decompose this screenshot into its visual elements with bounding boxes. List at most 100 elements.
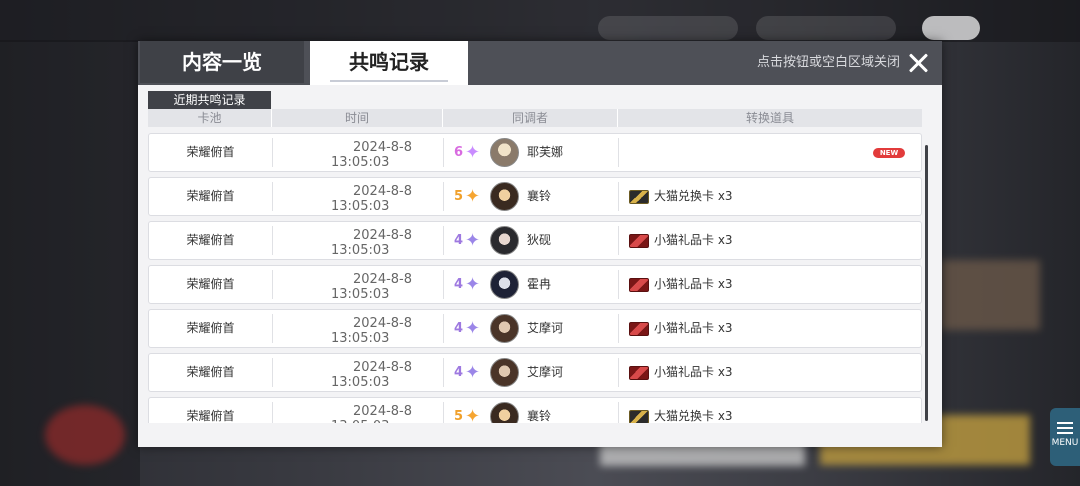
tab-resonance-record-label: 共鸣记录: [349, 50, 429, 74]
table-row: 荣耀俯首 2024-8-8 13:05:03 4 ✦ 狄砚 小猫礼品卡 x3: [148, 221, 922, 260]
active-tab-underline: [330, 80, 448, 82]
pool-name: 荣耀俯首: [186, 365, 235, 379]
converted-item: 小猫礼品卡 x3: [654, 277, 733, 291]
character-name: 艾摩诃: [527, 365, 564, 379]
background-currency-pill: [598, 16, 738, 40]
cell-divider: [443, 226, 444, 255]
pull-time: 2024-8-813:05:03: [273, 134, 443, 171]
cell-divider: [618, 182, 619, 211]
converted-item: 小猫礼品卡 x3: [654, 233, 733, 247]
character-name: 艾摩诃: [527, 321, 564, 335]
pool-name: 荣耀俯首: [186, 321, 235, 335]
rarity: 4 ✦: [454, 354, 488, 391]
pull-date: 2024-8-8: [353, 316, 413, 331]
new-badge: NEW: [873, 148, 905, 158]
menu-label: MENU: [1051, 438, 1079, 448]
pool-name: 荣耀俯首: [186, 233, 235, 247]
pool-name: 荣耀俯首: [186, 277, 235, 291]
cell-divider: [618, 402, 619, 423]
table-row: 荣耀俯首 2024-8-8 13:05:03 6 ✦ 耶芙娜 NEW: [148, 133, 922, 172]
pull-date: 2024-8-8: [353, 140, 413, 155]
close-icon[interactable]: [906, 51, 930, 75]
cell-divider: [618, 314, 619, 343]
character-avatar: [490, 270, 519, 299]
pull-clock: 13:05:03: [331, 331, 390, 346]
record-list[interactable]: 荣耀俯首 2024-8-8 13:05:03 6 ✦ 耶芙娜 NEW 荣耀俯首 2024-8-8…: [148, 133, 924, 423]
converted-item: [654, 134, 854, 171]
section-title: 近期共鸣记录: [148, 91, 271, 109]
rarity-value: 6: [454, 145, 464, 160]
character-name: 耶芙娜: [527, 145, 564, 159]
star-icon: ✦: [465, 186, 481, 207]
red-card-icon: [629, 366, 649, 380]
character-avatar: [490, 138, 519, 167]
cell-divider: [618, 270, 619, 299]
cell-divider: [443, 270, 444, 299]
rarity-value: 4: [454, 233, 464, 248]
table-row: 荣耀俯首 2024-8-8 13:05:03 4 ✦ 艾摩诃 小猫礼品卡 x3: [148, 309, 922, 348]
rarity: 4 ✦: [454, 222, 488, 259]
column-header-item: 转换道具: [745, 111, 794, 125]
rarity-value: 4: [454, 321, 464, 336]
converted-item: 大猫兑换卡 x3: [654, 409, 733, 423]
star-icon: ✦: [465, 142, 481, 163]
rarity-value: 4: [454, 365, 464, 380]
character-avatar: [490, 182, 519, 211]
star-icon: ✦: [465, 362, 481, 383]
red-card-icon: [629, 278, 649, 292]
cell-divider: [443, 182, 444, 211]
pull-clock: 13:05:03: [331, 287, 390, 302]
pull-time: 2024-8-813:05:03: [273, 354, 443, 391]
pull-time: 2024-8-813:05:03: [273, 178, 443, 215]
tab-content-overview[interactable]: 内容一览: [140, 41, 304, 83]
character-name: 襄铃: [527, 189, 552, 203]
menu-icon: [1057, 422, 1073, 434]
star-icon: ✦: [465, 406, 481, 423]
pull-clock: 13:05:03: [331, 199, 390, 214]
star-icon: ✦: [465, 274, 481, 295]
gold-card-icon: [629, 410, 649, 423]
pull-clock: 13:05:03: [331, 375, 390, 390]
cell-divider: [443, 138, 444, 167]
table-header: 卡池 时间 同调者 转换道具: [148, 109, 922, 127]
rarity: 5 ✦: [454, 398, 488, 423]
star-icon: ✦: [465, 318, 481, 339]
rarity: 6 ✦: [454, 134, 488, 171]
cell-divider: [618, 358, 619, 387]
rarity-value: 5: [454, 189, 464, 204]
rarity: 5 ✦: [454, 178, 488, 215]
list-scrollbar[interactable]: [925, 145, 928, 421]
tab-resonance-record[interactable]: 共鸣记录: [310, 41, 468, 85]
character-name: 狄砚: [527, 233, 552, 247]
table-row: 荣耀俯首 2024-8-8 13:05:03 4 ✦ 霍冉 小猫礼品卡 x3: [148, 265, 922, 304]
cell-divider: [618, 138, 619, 167]
converted-item: 大猫兑换卡 x3: [654, 189, 733, 203]
background-red-emblem: [45, 405, 125, 465]
table-row: 荣耀俯首 2024-8-813:05:03 5✦ 襄铃 大猫兑换卡 x3: [148, 177, 922, 216]
pool-name: 荣耀俯首: [186, 189, 235, 203]
pull-date: 2024-8-8: [353, 404, 413, 419]
close-hint-text: 点击按钮或空白区域关闭: [756, 55, 900, 70]
rarity: 4 ✦: [454, 266, 488, 303]
character-avatar: [490, 226, 519, 255]
resonance-record-dialog: 内容一览 共鸣记录 点击按钮或空白区域关闭 近期共鸣记录 卡池 时间 同调者 转…: [138, 41, 942, 447]
character-name: 襄铃: [527, 409, 552, 423]
pull-date: 2024-8-8: [353, 272, 413, 287]
pull-time: 2024-8-813:05:03: [273, 310, 443, 347]
pool-name: 荣耀俯首: [186, 145, 235, 159]
background-currency-pill: [756, 16, 896, 40]
cell-divider: [618, 226, 619, 255]
pull-clock: 13:05:03: [331, 419, 389, 423]
table-row: 荣耀俯首 2024-8-813:05:03 5✦ 襄铃 大猫兑换卡 x3: [148, 397, 922, 423]
background-banner-art: [940, 260, 1040, 330]
menu-button[interactable]: MENU: [1050, 408, 1080, 466]
character-avatar: [490, 358, 519, 387]
table-row: 荣耀俯首 2024-8-8 13:05:03 4 ✦ 艾摩诃 小猫礼品卡 x3: [148, 353, 922, 392]
pool-name: 荣耀俯首: [186, 409, 235, 423]
pull-date: 2024-8-8: [353, 184, 413, 199]
gold-card-icon: [629, 190, 649, 204]
cell-divider: [443, 402, 444, 423]
red-card-icon: [629, 234, 649, 248]
converted-item: 小猫礼品卡 x3: [654, 321, 733, 335]
character-avatar: [490, 402, 519, 423]
